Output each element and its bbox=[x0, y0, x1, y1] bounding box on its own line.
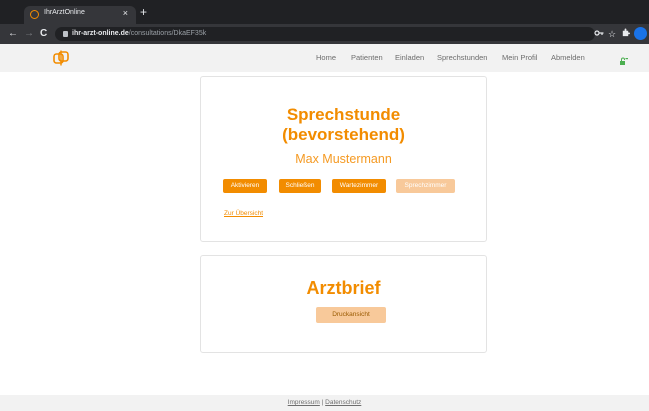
nav-patienten[interactable]: Patienten bbox=[351, 53, 383, 62]
consultation-room-button[interactable]: Sprechzimmer bbox=[396, 179, 455, 193]
reload-button[interactable]: C bbox=[40, 27, 47, 41]
nav-mein-profil[interactable]: Mein Profil bbox=[502, 53, 537, 62]
consultation-title-line2: (bevorstehend) bbox=[282, 125, 405, 144]
site-footer: Impressum | Datenschutz bbox=[0, 395, 649, 411]
print-view-button[interactable]: Druckansicht bbox=[316, 307, 386, 323]
nav-abmelden[interactable]: Abmelden bbox=[551, 53, 585, 62]
impressum-link[interactable]: Impressum bbox=[288, 399, 320, 406]
patient-name: Max Mustermann bbox=[295, 152, 392, 166]
nav-sprechstunden[interactable]: Sprechstunden bbox=[437, 53, 487, 62]
url-text: ihr-arzt-online.de/consultations/DkaEF35… bbox=[72, 30, 206, 37]
footer-separator: | bbox=[321, 399, 324, 406]
consultation-title-line1: Sprechstunde bbox=[286, 105, 401, 124]
close-button[interactable]: Schließen bbox=[279, 179, 321, 193]
browser-toolbar: ← → C ihr-arzt-online.de/consultations/D… bbox=[0, 24, 649, 44]
nav-einladen[interactable]: Einladen bbox=[395, 53, 424, 62]
browser-tab[interactable]: IhrArztOnline × bbox=[24, 6, 136, 24]
star-bookmark-icon[interactable]: ☆ bbox=[608, 28, 616, 40]
lock-icon bbox=[63, 31, 68, 37]
url-path: /consultations/DkaEF35k bbox=[128, 30, 207, 37]
key-password-icon[interactable] bbox=[594, 28, 604, 41]
overview-link[interactable]: Zur Übersicht bbox=[224, 210, 263, 217]
ihrarztonline-logo-icon[interactable] bbox=[52, 49, 70, 67]
consultation-title: Sprechstunde (bevorstehend) bbox=[201, 105, 486, 145]
doctor-letter-title: Arztbrief bbox=[306, 278, 381, 298]
site-header: Home Patienten Einladen Sprechstunden Me… bbox=[0, 44, 649, 72]
back-button[interactable]: ← bbox=[8, 27, 18, 41]
profile-avatar[interactable] bbox=[634, 27, 647, 40]
consultation-card: Sprechstunde (bevorstehend) Max Musterma… bbox=[200, 76, 487, 242]
browser-tabstrip: IhrArztOnline × + bbox=[0, 0, 649, 24]
tab-title: IhrArztOnline bbox=[44, 9, 85, 16]
activate-button[interactable]: Aktivieren bbox=[223, 179, 267, 193]
key-icon[interactable] bbox=[619, 53, 629, 71]
nav-home[interactable]: Home bbox=[316, 53, 336, 62]
tab-close-icon[interactable]: × bbox=[123, 8, 128, 18]
datenschutz-link[interactable]: Datenschutz bbox=[325, 399, 361, 406]
doctor-letter-card: Arztbrief Druckansicht bbox=[200, 255, 487, 353]
waiting-room-button[interactable]: Wartezimmer bbox=[332, 179, 386, 193]
new-tab-button[interactable]: + bbox=[140, 6, 147, 18]
favicon-icon bbox=[30, 10, 39, 19]
url-host: ihr-arzt-online.de bbox=[72, 30, 129, 37]
extensions-icon[interactable] bbox=[621, 28, 630, 40]
forward-button[interactable]: → bbox=[24, 27, 34, 41]
address-bar[interactable]: ihr-arzt-online.de/consultations/DkaEF35… bbox=[55, 27, 595, 41]
